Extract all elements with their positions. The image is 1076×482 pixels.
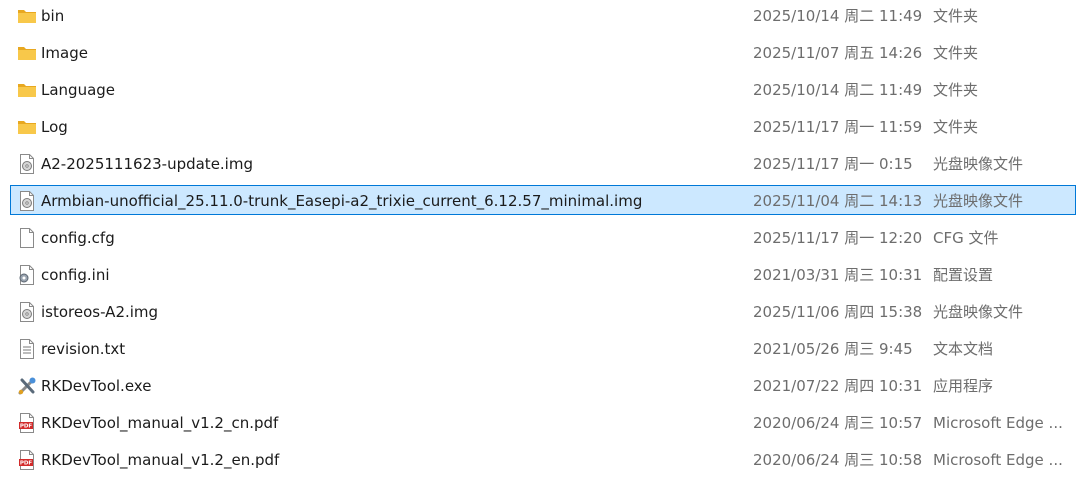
file-modified-date: 2020/06/24 周三 10:57 [753,414,923,432]
file-name: RKDevTool_manual_v1.2_en.pdf [41,451,280,469]
file-row[interactable]: config.cfg 2025/11/17 周一 12:20 CFG 文件 [10,222,1076,252]
file-type: 文件夹 [933,44,979,62]
file-type: 应用程序 [933,377,994,395]
folder-icon [17,117,37,137]
pdf-icon: PDF [17,413,37,433]
file-type: 配置设置 [933,266,994,284]
disc-image-icon [17,154,37,174]
file-row[interactable]: Armbian-unofficial_25.11.0-trunk_Easepi-… [10,185,1076,215]
file-name: config.cfg [41,229,115,247]
file-type: Microsoft Edge ... [933,451,1063,469]
file-type: 文件夹 [933,7,979,25]
file-modified-date: 2025/11/07 周五 14:26 [753,44,923,62]
file-name: Image [41,44,88,62]
disc-image-icon [17,191,37,211]
file-icon [17,228,37,248]
file-name: RKDevTool.exe [41,377,152,395]
file-type: CFG 文件 [933,229,999,247]
file-name: bin [41,7,65,25]
file-name: Armbian-unofficial_25.11.0-trunk_Easepi-… [41,192,643,210]
file-modified-date: 2025/11/04 周二 14:13 [753,192,923,210]
text-file-icon [17,339,37,359]
svg-text:PDF: PDF [20,461,33,467]
folder-icon [17,43,37,63]
file-name: config.ini [41,266,110,284]
file-modified-date: 2025/10/14 周二 11:49 [753,7,923,25]
file-name: istoreos-A2.img [41,303,159,321]
file-row[interactable]: PDF RKDevTool_manual_v1.2_cn.pdf 2020/06/2… [10,407,1076,437]
file-name: Log [41,118,68,136]
file-type: 文件夹 [933,81,979,99]
file-type: 光盘映像文件 [933,192,1024,210]
file-row[interactable]: A2-2025111623-update.img 2025/11/17 周一 0:… [10,148,1076,178]
file-name: Language [41,81,116,99]
file-modified-date: 2021/05/26 周三 9:45 [753,340,913,358]
file-modified-date: 2021/03/31 周三 10:31 [753,266,923,284]
tools-exe-icon [17,376,37,396]
file-type: 文本文档 [933,340,994,358]
file-row[interactable]: revision.txt 2021/05/26 周三 9:45 文本文档 [10,333,1076,363]
file-type: 文件夹 [933,118,979,136]
disc-image-icon [17,302,37,322]
file-row[interactable]: Log 2025/11/17 周一 11:59 文件夹 [10,111,1076,141]
file-row[interactable]: config.ini 2021/03/31 周三 10:31 配置设置 [10,259,1076,289]
file-row[interactable]: RKDevTool.exe 2021/07/22 周四 10:31 应用程序 [10,370,1076,400]
file-name: revision.txt [41,340,126,358]
file-row[interactable]: PDF RKDevTool_manual_v1.2_en.pdf 2020/06/2… [10,444,1076,474]
file-modified-date: 2025/11/06 周四 15:38 [753,303,923,321]
file-row[interactable]: bin 2025/10/14 周二 11:49 文件夹 [10,0,1076,30]
svg-text:PDF: PDF [20,424,33,430]
file-modified-date: 2025/10/14 周二 11:49 [753,81,923,99]
file-modified-date: 2025/11/17 周一 12:20 [753,229,923,247]
file-modified-date: 2025/11/17 周一 11:59 [753,118,923,136]
file-row[interactable]: istoreos-A2.img 2025/11/06 周四 15:38 光盘映像文件 [10,296,1076,326]
file-type: 光盘映像文件 [933,155,1024,173]
file-name: A2-2025111623-update.img [41,155,253,173]
file-list: bin 2025/10/14 周二 11:49 文件夹 Image 2025/11/07… [0,0,1076,482]
file-modified-date: 2025/11/17 周一 0:15 [753,155,913,173]
file-modified-date: 2021/07/22 周四 10:31 [753,377,923,395]
file-name: RKDevTool_manual_v1.2_cn.pdf [41,414,279,432]
folder-icon [17,80,37,100]
folder-icon [17,6,37,26]
file-type: Microsoft Edge ... [933,414,1063,432]
file-type: 光盘映像文件 [933,303,1024,321]
settings-file-icon [17,265,37,285]
file-modified-date: 2020/06/24 周三 10:58 [753,451,923,469]
file-row[interactable]: Image 2025/11/07 周五 14:26 文件夹 [10,37,1076,67]
pdf-icon: PDF [17,450,37,470]
file-row[interactable]: Language 2025/10/14 周二 11:49 文件夹 [10,74,1076,104]
